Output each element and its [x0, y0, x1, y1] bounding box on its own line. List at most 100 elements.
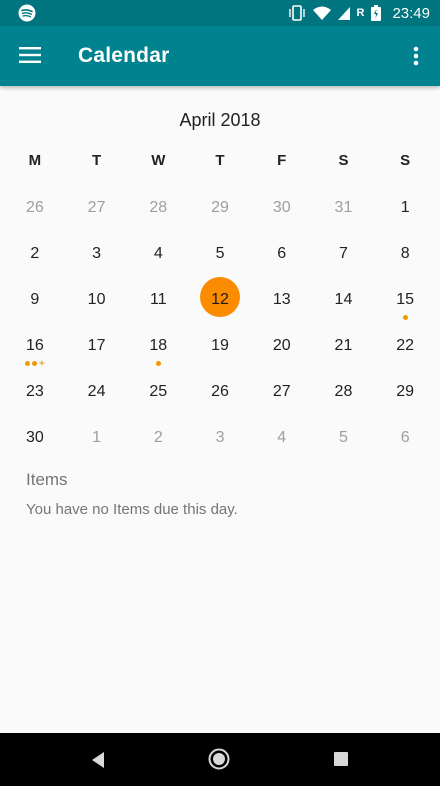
- calendar-day-number: 25: [149, 383, 168, 400]
- calendar-day-number: 6: [277, 245, 287, 262]
- calendar-day[interactable]: 30: [4, 415, 66, 461]
- more-vert-icon[interactable]: [406, 44, 426, 68]
- calendar-day-number: 1: [400, 199, 410, 216]
- calendar-day[interactable]: 1: [66, 415, 128, 461]
- calendar-day-number: 13: [272, 291, 291, 308]
- home-icon[interactable]: [208, 748, 230, 770]
- calendar-day-number: 9: [30, 291, 40, 308]
- items-section-title: Items: [26, 470, 68, 489]
- calendar-day-number: 4: [277, 429, 287, 446]
- wifi-icon: [312, 6, 331, 20]
- calendar-day[interactable]: 15: [374, 277, 436, 323]
- recents-icon[interactable]: [334, 752, 348, 766]
- calendar-day[interactable]: 21: [313, 323, 375, 369]
- calendar-day-number: 19: [211, 337, 229, 354]
- calendar-day[interactable]: 3: [66, 231, 128, 277]
- calendar-week-row: 9 10 11 12 13 14 15: [4, 277, 436, 323]
- calendar-grid: 26 27 28 29 30 31 1 2 3 4 5 6 7 8 9 10 11 12 13 14 15 16 +17 18…: [4, 185, 436, 461]
- calendar-day-number: 1: [92, 429, 102, 446]
- status-bar: R 23:49: [0, 0, 440, 26]
- items-empty-message: You have no Items due this day.: [26, 501, 238, 518]
- event-dot-icon: [155, 360, 161, 366]
- calendar-day[interactable]: 22: [374, 323, 436, 369]
- weekday-sunday: S: [400, 152, 411, 169]
- more-events-icon: +: [39, 358, 45, 368]
- spotify-icon: [18, 4, 36, 22]
- calendar-day[interactable]: 30: [251, 185, 313, 231]
- calendar-day[interactable]: 14: [313, 277, 375, 323]
- roaming-indicator: R: [356, 7, 365, 19]
- calendar-day[interactable]: 5: [313, 415, 375, 461]
- calendar-day[interactable]: 31: [313, 185, 375, 231]
- calendar-day-number: 3: [92, 245, 102, 262]
- calendar-day[interactable]: 4: [251, 415, 313, 461]
- calendar-day[interactable]: 5: [189, 231, 251, 277]
- calendar-day[interactable]: 29: [189, 185, 251, 231]
- calendar-day-number: 27: [87, 199, 106, 216]
- weekday-tuesday: T: [91, 152, 102, 169]
- calendar-day[interactable]: 28: [313, 369, 375, 415]
- calendar-day-number: 26: [25, 199, 44, 216]
- calendar-day-number: 21: [334, 337, 353, 354]
- calendar-day-number: 30: [25, 429, 44, 446]
- calendar-day[interactable]: 20: [251, 323, 313, 369]
- calendar-day[interactable]: 7: [313, 231, 375, 277]
- calendar-day[interactable]: 6: [374, 415, 436, 461]
- status-time: 23:49: [392, 4, 430, 22]
- calendar-day-number: 5: [215, 245, 225, 262]
- event-dot-icon: [32, 360, 38, 366]
- calendar-day[interactable]: 2: [4, 231, 66, 277]
- calendar-day[interactable]: 13: [251, 277, 313, 323]
- calendar-day[interactable]: 24: [66, 369, 128, 415]
- calendar-day[interactable]: 2: [127, 415, 189, 461]
- calendar-day[interactable]: 4: [127, 231, 189, 277]
- calendar-day-number: 24: [87, 383, 106, 400]
- calendar-day-number: 15: [396, 291, 415, 308]
- signal-icon: [337, 6, 350, 20]
- calendar-day-number: 14: [334, 291, 353, 308]
- calendar-day-number: 3: [215, 429, 225, 446]
- calendar-week-row: 16 +17 18 19 20 21 22: [4, 323, 436, 369]
- hamburger-menu-icon[interactable]: [19, 46, 41, 64]
- calendar-day[interactable]: 28: [127, 185, 189, 231]
- event-dot-icon: [402, 314, 408, 320]
- calendar-day-number: 5: [339, 429, 348, 446]
- calendar-day[interactable]: 27: [66, 185, 128, 231]
- event-indicators: +: [4, 358, 66, 368]
- calendar-day[interactable]: 18: [127, 323, 189, 369]
- event-dot-icon: [25, 360, 31, 366]
- page-title: Calendar: [78, 44, 170, 67]
- calendar-day-number: 2: [153, 429, 163, 446]
- calendar-week-row: 2 3 4 5 6 7 8: [4, 231, 436, 277]
- calendar-day-number: 6: [400, 429, 410, 446]
- weekday-header-row: M T W T F S S: [4, 152, 436, 169]
- calendar-day[interactable]: 6: [251, 231, 313, 277]
- calendar-day-number: 28: [334, 383, 353, 400]
- calendar-day[interactable]: 3: [189, 415, 251, 461]
- calendar-day[interactable]: 23: [4, 369, 66, 415]
- calendar-day-number: 10: [87, 291, 106, 308]
- calendar-day-number: 2: [30, 245, 40, 262]
- calendar-day-number: 18: [149, 337, 168, 354]
- calendar-day[interactable]: 10: [66, 277, 128, 323]
- calendar-day-number: 30: [272, 199, 291, 216]
- calendar-day[interactable]: 8: [374, 231, 436, 277]
- calendar-day-selected[interactable]: 12: [189, 277, 251, 323]
- calendar-day[interactable]: 26: [189, 369, 251, 415]
- back-icon[interactable]: [90, 751, 106, 769]
- calendar-day[interactable]: 9: [4, 277, 66, 323]
- calendar-day[interactable]: 26: [4, 185, 66, 231]
- calendar-day-number: 29: [211, 199, 229, 216]
- calendar-day[interactable]: 27: [251, 369, 313, 415]
- calendar-day[interactable]: 29: [374, 369, 436, 415]
- calendar-week-row: 30 1 2 3 4 5 6: [4, 415, 436, 461]
- calendar-day[interactable]: 17: [66, 323, 128, 369]
- calendar-day[interactable]: 1: [374, 185, 436, 231]
- calendar-day[interactable]: 16 +: [4, 323, 66, 369]
- vibrate-icon: [288, 5, 305, 21]
- calendar-day-number: 26: [211, 383, 229, 400]
- event-indicators: [374, 314, 436, 320]
- calendar-day[interactable]: 19: [189, 323, 251, 369]
- calendar-day[interactable]: 25: [127, 369, 189, 415]
- calendar-day[interactable]: 11: [127, 277, 189, 323]
